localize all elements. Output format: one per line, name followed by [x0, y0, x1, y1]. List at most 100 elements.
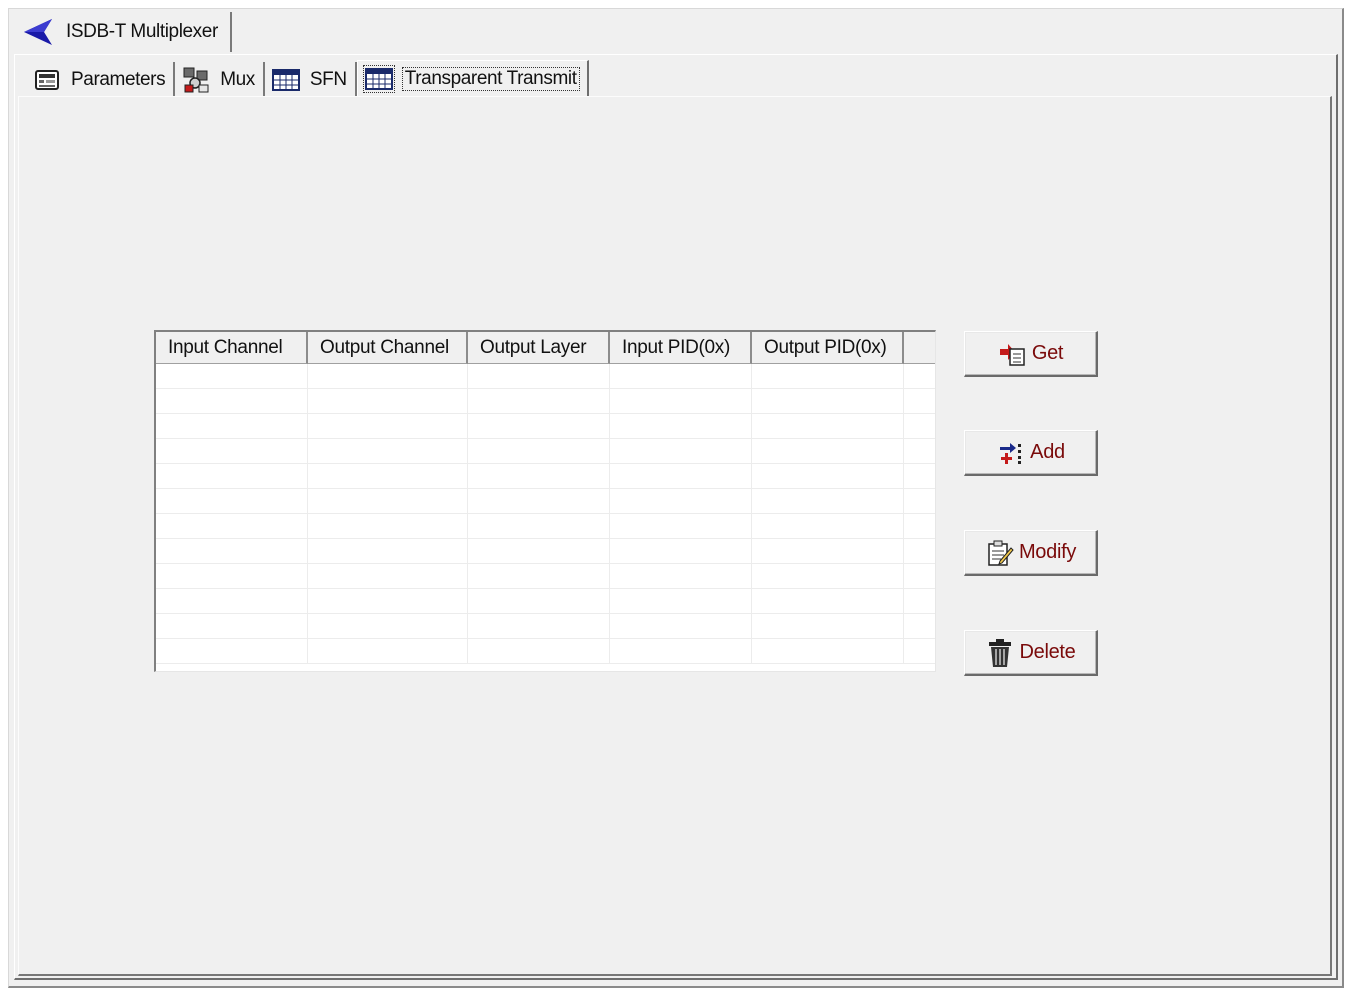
add-icon — [996, 439, 1026, 467]
table-cell[interactable] — [468, 439, 610, 464]
table-cell[interactable] — [752, 389, 904, 414]
column-header-output-layer[interactable]: Output Layer — [468, 332, 610, 364]
table-row[interactable] — [156, 464, 935, 489]
table-cell[interactable] — [752, 489, 904, 514]
table-cell[interactable] — [156, 464, 308, 489]
table-cell[interactable] — [308, 589, 468, 614]
table-cell[interactable] — [752, 414, 904, 439]
table-cell[interactable] — [156, 364, 308, 389]
table-cell[interactable] — [156, 614, 308, 639]
tab-bar: Parameters Mux SFN Transparent Transmit — [26, 60, 589, 98]
table-cell-filler — [904, 364, 935, 389]
table-cell-filler — [904, 464, 935, 489]
table-cell[interactable] — [610, 564, 752, 589]
table-cell[interactable] — [468, 414, 610, 439]
table-cell[interactable] — [308, 414, 468, 439]
table-cell[interactable] — [752, 589, 904, 614]
add-button[interactable]: Add — [964, 430, 1098, 476]
table-cell[interactable] — [308, 539, 468, 564]
table-cell[interactable] — [752, 464, 904, 489]
table-cell[interactable] — [156, 564, 308, 589]
table-row[interactable] — [156, 539, 935, 564]
table-cell[interactable] — [308, 564, 468, 589]
table-cell-filler — [904, 514, 935, 539]
table-cell[interactable] — [610, 514, 752, 539]
column-header-output-pid[interactable]: Output PID(0x) — [752, 332, 904, 364]
table-cell[interactable] — [610, 414, 752, 439]
table-row[interactable] — [156, 614, 935, 639]
table-cell[interactable] — [308, 389, 468, 414]
tab-sfn[interactable]: SFN — [264, 62, 357, 98]
table-cell[interactable] — [468, 589, 610, 614]
column-header-input-channel[interactable]: Input Channel — [156, 332, 308, 364]
table-cell[interactable] — [308, 639, 468, 664]
table-cell[interactable] — [752, 614, 904, 639]
table-row[interactable] — [156, 389, 935, 414]
table-cell[interactable] — [610, 539, 752, 564]
table-cell-filler — [904, 389, 935, 414]
table-cell[interactable] — [308, 514, 468, 539]
table-row[interactable] — [156, 589, 935, 614]
table-row[interactable] — [156, 514, 935, 539]
get-button[interactable]: Get — [964, 331, 1098, 377]
table-cell[interactable] — [610, 389, 752, 414]
table-cell[interactable] — [308, 614, 468, 639]
table-cell[interactable] — [156, 639, 308, 664]
table-row[interactable] — [156, 564, 935, 589]
table-cell[interactable] — [156, 539, 308, 564]
table-row[interactable] — [156, 439, 935, 464]
trash-icon — [985, 638, 1015, 667]
modify-label: Modify — [1018, 541, 1077, 563]
table-cell[interactable] — [468, 539, 610, 564]
table-cell[interactable] — [468, 489, 610, 514]
table-cell[interactable] — [610, 489, 752, 514]
app-title: ISDB-T Multiplexer — [66, 21, 218, 42]
table-cell[interactable] — [468, 389, 610, 414]
table-cell[interactable] — [156, 439, 308, 464]
table-cell[interactable] — [156, 514, 308, 539]
parameters-icon — [32, 67, 62, 93]
table-cell[interactable] — [308, 364, 468, 389]
delete-button[interactable]: Delete — [964, 630, 1098, 676]
table-cell[interactable] — [610, 439, 752, 464]
back-arrow-icon[interactable] — [22, 17, 56, 47]
table-cell[interactable] — [308, 464, 468, 489]
table-cell[interactable] — [752, 564, 904, 589]
table-cell[interactable] — [468, 364, 610, 389]
table-cell[interactable] — [468, 614, 610, 639]
table-cell[interactable] — [156, 414, 308, 439]
table-cell[interactable] — [468, 564, 610, 589]
app-tab-isdbt-multiplexer[interactable]: ISDB-T Multiplexer — [14, 12, 232, 52]
table-cell[interactable] — [468, 514, 610, 539]
table-cell[interactable] — [156, 589, 308, 614]
table-row[interactable] — [156, 489, 935, 514]
table-cell[interactable] — [610, 364, 752, 389]
column-header-input-pid[interactable]: Input PID(0x) — [610, 332, 752, 364]
table-cell[interactable] — [156, 489, 308, 514]
table-cell[interactable] — [752, 439, 904, 464]
table-row[interactable] — [156, 639, 935, 664]
table-cell[interactable] — [468, 464, 610, 489]
table-cell[interactable] — [752, 514, 904, 539]
table-cell[interactable] — [610, 589, 752, 614]
table-cell[interactable] — [610, 464, 752, 489]
modify-button[interactable]: Modify — [964, 530, 1098, 576]
table-cell[interactable] — [468, 639, 610, 664]
table-cell[interactable] — [610, 614, 752, 639]
table-icon — [362, 65, 395, 93]
table-row[interactable] — [156, 364, 935, 389]
table-cell[interactable] — [308, 489, 468, 514]
tab-mux[interactable]: Mux — [175, 62, 265, 98]
tab-parameters[interactable]: Parameters — [26, 62, 176, 98]
table-cell[interactable] — [156, 389, 308, 414]
table-cell[interactable] — [752, 364, 904, 389]
get-icon — [998, 340, 1028, 368]
table-cell[interactable] — [610, 639, 752, 664]
table-cell[interactable] — [308, 439, 468, 464]
transparent-transmit-table[interactable]: Input Channel Output Channel Output Laye… — [154, 330, 936, 672]
table-row[interactable] — [156, 414, 935, 439]
column-header-output-channel[interactable]: Output Channel — [308, 332, 468, 364]
table-cell[interactable] — [752, 639, 904, 664]
table-cell[interactable] — [752, 539, 904, 564]
tab-transparent-transmit[interactable]: Transparent Transmit — [356, 60, 589, 98]
